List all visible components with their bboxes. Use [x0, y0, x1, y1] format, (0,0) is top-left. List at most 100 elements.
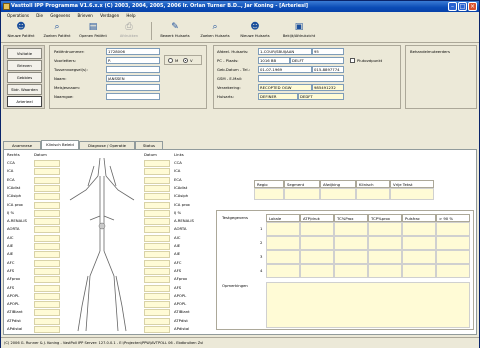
artery-date-cell[interactable] — [144, 301, 170, 309]
opmerkingen-field[interactable] — [266, 282, 470, 328]
minimize-button[interactable]: – — [448, 2, 457, 11]
diagnose-cell[interactable] — [284, 188, 320, 200]
diagnose-cell[interactable] — [390, 188, 434, 200]
prefix-field[interactable] — [106, 66, 160, 73]
behandeling-cell[interactable] — [402, 236, 436, 250]
behandeling-cell[interactable] — [436, 250, 470, 264]
info-extra-1[interactable]: DELFT — [290, 57, 344, 64]
artery-date-cell[interactable] — [34, 201, 60, 209]
behandeling-cell[interactable] — [334, 264, 368, 278]
maiden-name-field[interactable] — [106, 84, 160, 91]
info-field-5[interactable]: DEFINER — [258, 93, 298, 100]
artery-date-cell[interactable] — [144, 201, 170, 209]
behandeling-cell[interactable] — [300, 264, 334, 278]
behandeling-cell[interactable] — [266, 250, 300, 264]
artery-date-cell[interactable] — [34, 218, 60, 226]
artery-date-cell[interactable] — [34, 160, 60, 167]
artery-date-cell[interactable] — [34, 226, 60, 234]
artery-date-cell[interactable] — [144, 292, 170, 300]
behandeling-cell[interactable] — [334, 236, 368, 250]
artery-date-cell[interactable] — [34, 292, 60, 300]
tab-anamnese[interactable]: Anamnese — [3, 141, 41, 149]
search-patient-button[interactable]: ⌕ Zoeken Patiënt — [41, 21, 73, 41]
artery-date-cell[interactable] — [34, 326, 60, 333]
menu-help[interactable]: Help — [126, 13, 135, 18]
behandeling-cell[interactable] — [266, 222, 300, 236]
artery-date-cell[interactable] — [144, 184, 170, 192]
artery-date-cell[interactable] — [34, 301, 60, 309]
close-button[interactable]: × — [468, 2, 477, 11]
artery-date-cell[interactable] — [144, 218, 170, 226]
behandeling-cell[interactable] — [368, 264, 402, 278]
behandeling-cell[interactable] — [266, 236, 300, 250]
artery-date-cell[interactable] — [144, 234, 170, 242]
nav-arterieel[interactable]: Arterieel — [7, 96, 42, 107]
artery-date-cell[interactable] — [144, 176, 170, 184]
artery-date-cell[interactable] — [144, 160, 170, 167]
artery-date-cell[interactable] — [144, 317, 170, 325]
artery-date-cell[interactable] — [144, 209, 170, 217]
info-field-2[interactable]: 01-07-1969 — [258, 66, 312, 73]
open-patient-button[interactable]: ▤ Openen Patiënt — [77, 21, 109, 41]
artery-date-cell[interactable] — [34, 317, 60, 325]
artery-date-cell[interactable] — [34, 193, 60, 201]
artery-date-cell[interactable] — [34, 184, 60, 192]
nav-brieven[interactable]: Brieven — [7, 60, 42, 71]
artery-date-cell[interactable] — [144, 193, 170, 201]
info-field-1[interactable]: 1016 BB — [258, 57, 290, 64]
info-field-0[interactable]: 1-COUR/SBUIJAAN — [258, 48, 312, 55]
behandeling-cell[interactable] — [436, 222, 470, 236]
behandeling-cell[interactable] — [368, 250, 402, 264]
menu-die[interactable]: Die — [36, 13, 43, 18]
diagnose-cell[interactable] — [320, 188, 356, 200]
new-patient-button[interactable]: ☻ Nieuwe Patiënt — [5, 21, 37, 41]
artery-date-cell[interactable] — [34, 209, 60, 217]
behandeling-cell[interactable] — [436, 236, 470, 250]
nav-gebbies[interactable]: Gebbies — [7, 72, 42, 83]
artery-date-cell[interactable] — [144, 326, 170, 333]
initials-field[interactable]: P. — [106, 57, 160, 64]
behandeling-cell[interactable] — [402, 250, 436, 264]
artery-date-cell[interactable] — [34, 168, 60, 176]
info-extra-0[interactable]: 95 — [312, 48, 344, 55]
gender-v-radio[interactable] — [183, 58, 188, 63]
artery-date-cell[interactable] — [144, 168, 170, 176]
artery-date-cell[interactable] — [34, 267, 60, 275]
behandeling-cell[interactable] — [334, 250, 368, 264]
diagnose-cell[interactable] — [254, 188, 284, 200]
artery-date-cell[interactable] — [34, 309, 60, 317]
maximize-button[interactable]: □ — [458, 2, 467, 11]
menu-gegevens[interactable]: Gegevens — [50, 13, 70, 18]
artery-date-cell[interactable] — [144, 276, 170, 284]
info-field-4[interactable]: RECOPTED OGW — [258, 84, 312, 91]
menu-operations[interactable]: Operations — [7, 13, 29, 18]
artery-date-cell[interactable] — [144, 284, 170, 292]
artery-date-cell[interactable] — [34, 259, 60, 267]
behandeling-cell[interactable] — [402, 264, 436, 278]
artery-date-cell[interactable] — [144, 251, 170, 259]
info-extra-5[interactable]: DEDFT — [298, 93, 344, 100]
artery-date-cell[interactable] — [144, 267, 170, 275]
behandeling-cell[interactable] — [436, 264, 470, 278]
info-extra-2[interactable]: 015-8897774 — [312, 66, 344, 73]
behandeling-cell[interactable] — [300, 222, 334, 236]
behandeling-cell[interactable] — [266, 264, 300, 278]
preview-button[interactable]: ▣ Bekijk/Afdrukzicht — [277, 21, 321, 41]
artery-date-cell[interactable] — [144, 309, 170, 317]
tab-status[interactable]: Status — [135, 141, 163, 149]
artery-date-cell[interactable] — [144, 226, 170, 234]
behandeling-cell[interactable] — [368, 222, 402, 236]
nav-stdr-waarden[interactable]: Stdr. Waarden — [7, 84, 42, 95]
nav-visitatie[interactable]: Visitatie — [7, 48, 42, 59]
artery-date-cell[interactable] — [34, 176, 60, 184]
new-doctor-button[interactable]: ☻ Nieuwe Huisarts — [237, 21, 273, 41]
plutovdpunkt-checkbox[interactable] — [350, 58, 355, 63]
print-button[interactable]: ⎙ Afdrukken — [113, 21, 145, 41]
behandeling-cell[interactable] — [402, 222, 436, 236]
menu-brieven[interactable]: Brieven — [78, 13, 93, 18]
behandeling-cell[interactable] — [334, 222, 368, 236]
artery-date-cell[interactable] — [34, 243, 60, 250]
behandeling-cell[interactable] — [300, 236, 334, 250]
artery-date-cell[interactable] — [34, 284, 60, 292]
edit-doctor-button[interactable]: ✎ Bewerk Huisarts — [157, 21, 193, 41]
